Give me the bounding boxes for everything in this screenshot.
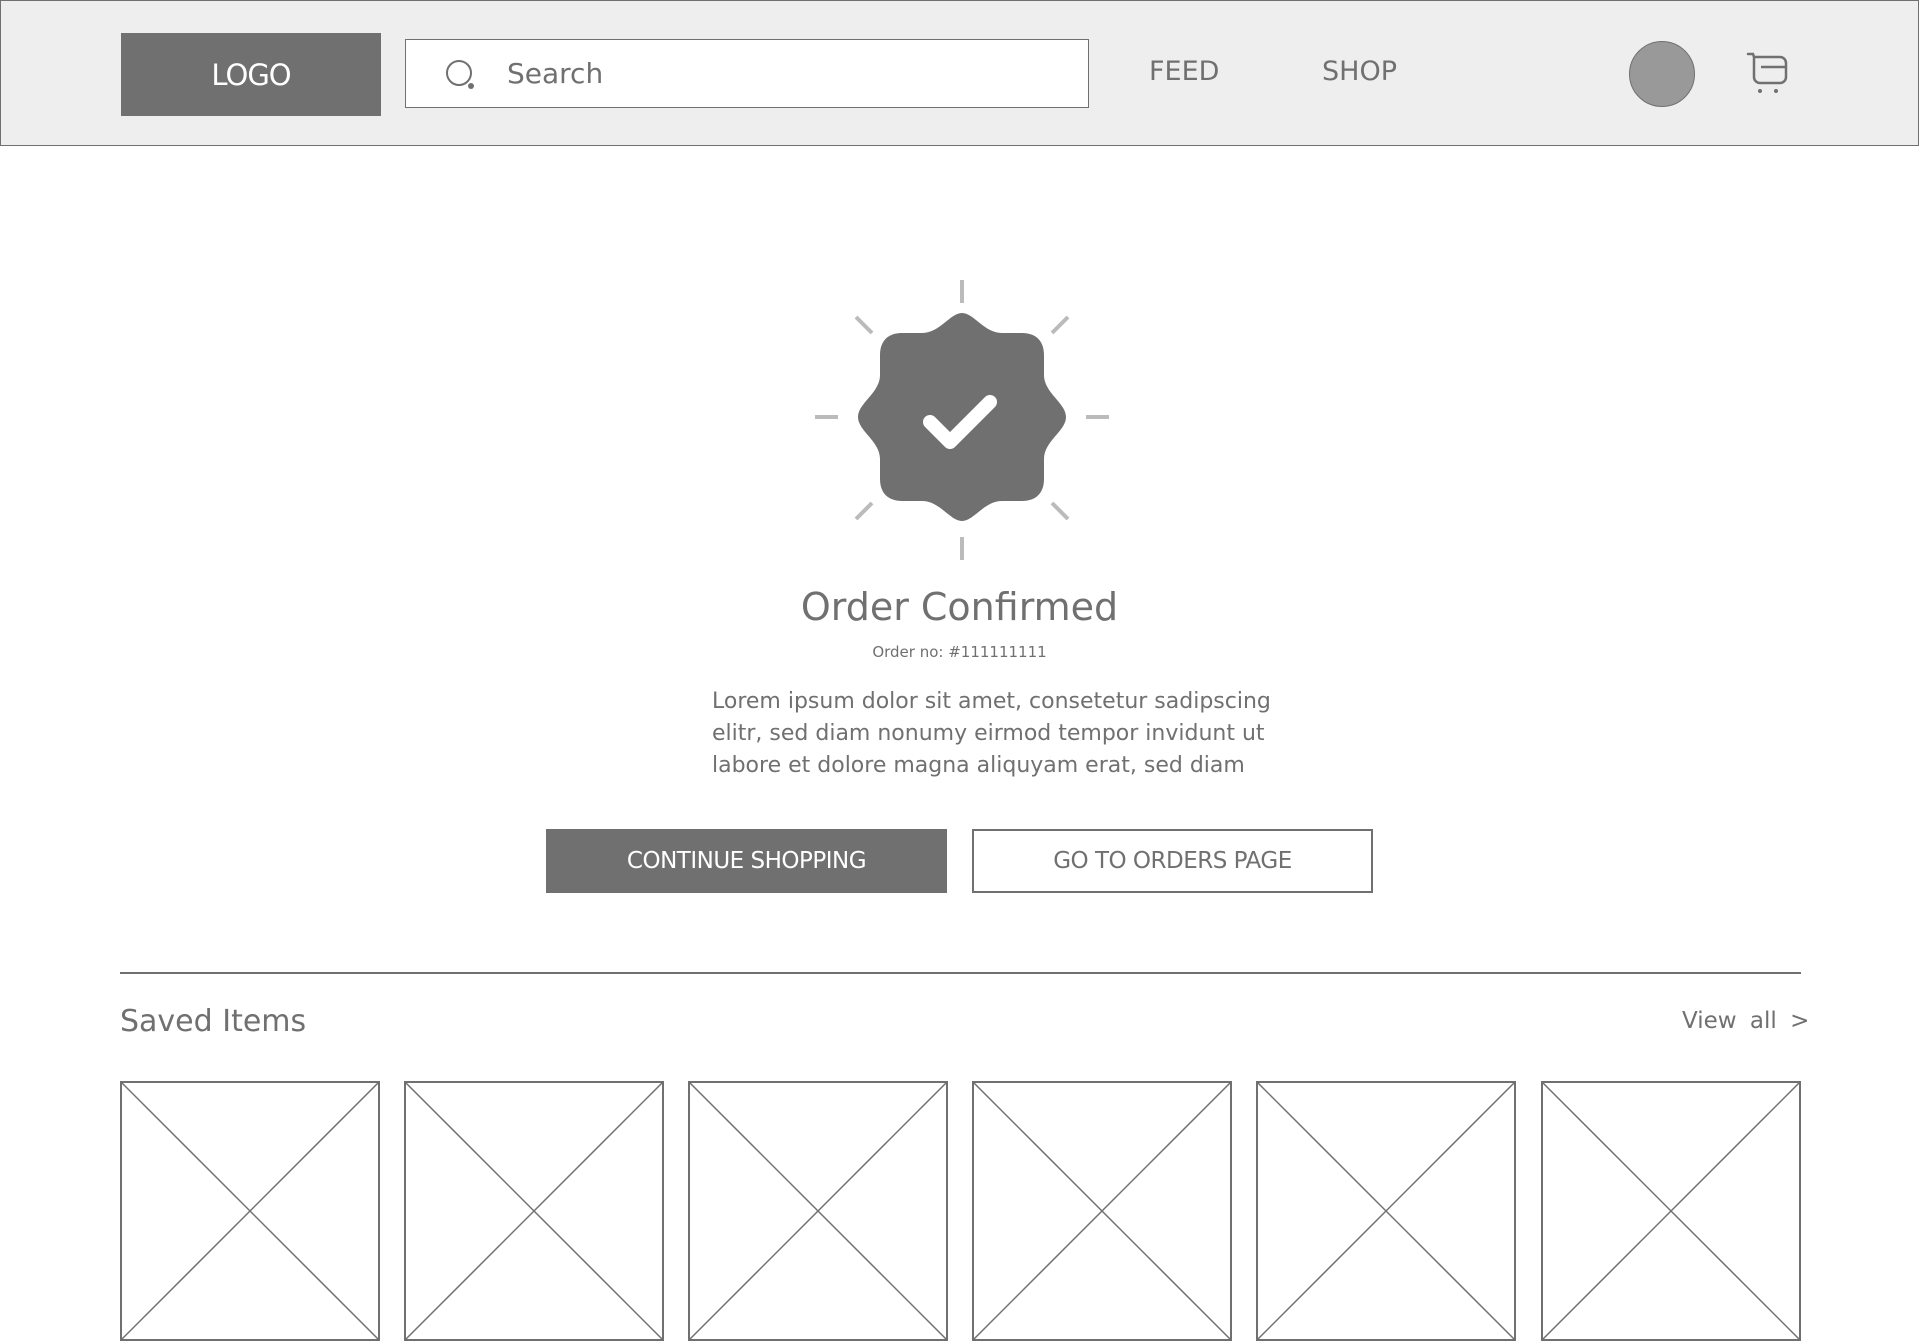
image-placeholder-icon [1256,1081,1516,1341]
image-placeholder-icon [1541,1081,1801,1341]
avatar[interactable] [1629,41,1695,107]
cart-icon[interactable] [1743,49,1793,99]
section-divider [120,972,1801,974]
image-placeholder-icon [972,1081,1232,1341]
nav-feed[interactable]: FEED [1149,56,1219,87]
confirmation-description: Lorem ipsum dolor sit amet, consetetur s… [712,686,1272,782]
description-line: labore et dolore magna aliquyam erat, se… [712,753,1245,778]
saved-item-card[interactable] [404,1081,664,1341]
saved-item-card[interactable] [120,1081,380,1341]
view-all-link[interactable]: View all > [1682,1008,1809,1034]
order-number: Order no: #111111111 [872,643,1047,661]
saved-item-card[interactable] [688,1081,948,1341]
search-input[interactable] [505,56,1069,91]
continue-shopping-button[interactable]: CONTINUE SHOPPING [546,829,947,893]
description-line: Lorem ipsum dolor sit amet, consetetur s… [712,689,1271,714]
top-navigation-bar: LOGO FEED SHOP [0,0,1919,146]
description-line: elitr, sed diam nonumy eirmod tempor inv… [712,721,1265,746]
saved-item-card[interactable] [972,1081,1232,1341]
page-title: Order Confirmed [800,585,1119,629]
badge-shape [858,313,1066,521]
search-box[interactable] [405,39,1089,108]
saved-item-card[interactable] [1256,1081,1516,1341]
saved-items-title: Saved Items [120,1004,307,1039]
image-placeholder-icon [120,1081,380,1341]
saved-item-card[interactable] [1541,1081,1801,1341]
search-icon [446,60,474,89]
verified-badge-check-icon [815,280,1109,560]
logo[interactable]: LOGO [121,33,381,116]
image-placeholder-icon [688,1081,948,1341]
nav-shop[interactable]: SHOP [1322,56,1397,87]
go-to-orders-button[interactable]: GO TO ORDERS PAGE [972,829,1373,893]
image-placeholder-icon [404,1081,664,1341]
